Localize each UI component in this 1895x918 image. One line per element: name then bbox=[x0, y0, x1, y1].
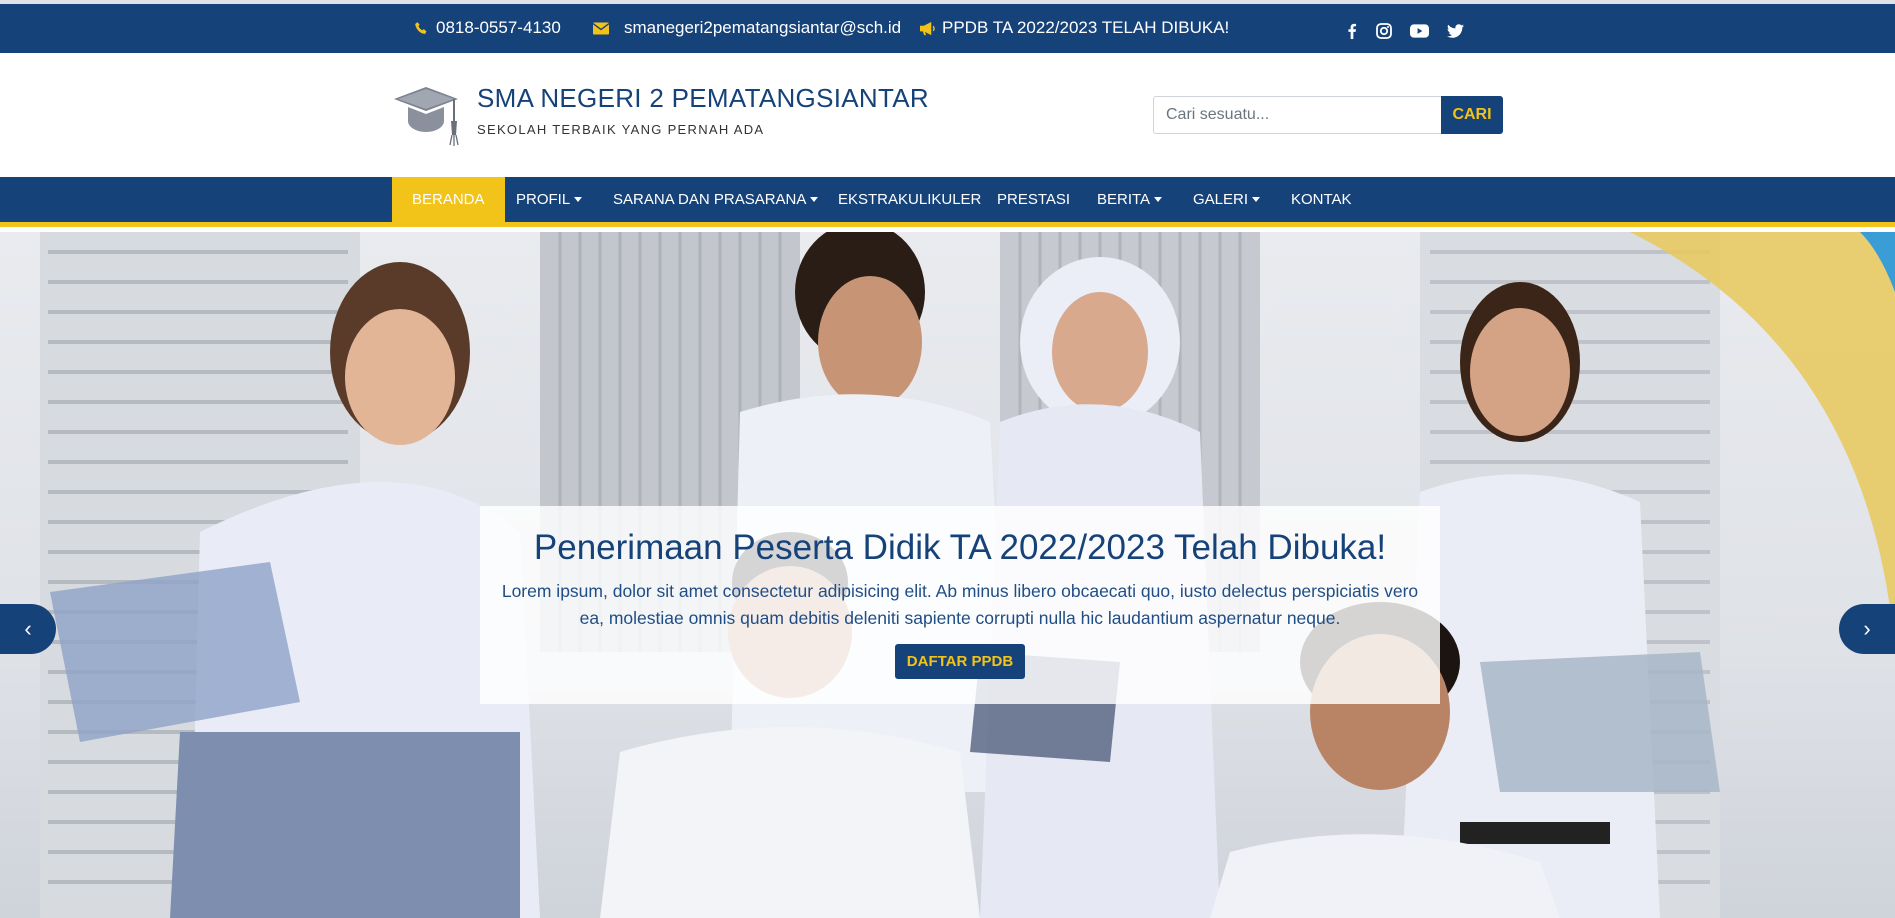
site-header: SMA NEGERI 2 PEMATANGSIANTAR SEKOLAH TER… bbox=[0, 53, 1895, 177]
nav-item-sarana-dan-prasarana[interactable]: SARANA DAN PRASARANA bbox=[613, 177, 819, 222]
announcement-text: PPDB TA 2022/2023 TELAH DIBUKA! bbox=[942, 18, 1230, 37]
graduation-cap-logo[interactable] bbox=[392, 83, 460, 147]
caret-down-icon bbox=[1154, 197, 1163, 202]
caret-down-icon bbox=[1252, 197, 1261, 202]
nav-item-berita[interactable]: BERITA bbox=[1097, 177, 1163, 222]
phone-icon bbox=[412, 19, 430, 37]
youtube-icon[interactable] bbox=[1408, 20, 1430, 42]
phone-contact[interactable]: 0818-0557-4130 bbox=[412, 18, 561, 38]
site-tagline: SEKOLAH TERBAIK YANG PERNAH ADA bbox=[477, 122, 765, 137]
caret-down-icon bbox=[810, 197, 819, 202]
email-address: smanegeri2pematangsiantar@sch.id bbox=[624, 18, 902, 37]
facebook-icon[interactable] bbox=[1341, 20, 1363, 42]
main-navigation: BERANDA PROFIL SARANA DAN PRASARANA EKST… bbox=[0, 177, 1895, 227]
register-ppdb-button[interactable]: DAFTAR PPDB bbox=[894, 644, 1026, 679]
announcement[interactable]: PPDB TA 2022/2023 TELAH DIBUKA! bbox=[918, 18, 1229, 38]
chevron-left-icon: ‹ bbox=[24, 616, 32, 641]
mail-icon bbox=[592, 19, 610, 37]
hero-heading: Penerimaan Peserta Didik TA 2022/2023 Te… bbox=[533, 528, 1387, 567]
hero-carousel: Penerimaan Peserta Didik TA 2022/2023 Te… bbox=[0, 232, 1895, 918]
nav-label: GALERI bbox=[1193, 191, 1249, 208]
nav-label: KONTAK bbox=[1291, 191, 1352, 208]
hero-caption: Penerimaan Peserta Didik TA 2022/2023 Te… bbox=[480, 506, 1440, 704]
nav-label: BERITA bbox=[1097, 191, 1151, 208]
carousel-prev-button[interactable]: ‹ bbox=[0, 604, 56, 654]
nav-item-prestasi[interactable]: PRESTASI bbox=[997, 177, 1070, 222]
twitter-icon[interactable] bbox=[1444, 20, 1466, 42]
carousel-next-button[interactable]: › bbox=[1839, 604, 1895, 654]
nav-label: EKSTRAKULIKULER bbox=[838, 191, 982, 208]
search-input[interactable] bbox=[1153, 96, 1441, 134]
site-title[interactable]: SMA NEGERI 2 PEMATANGSIANTAR bbox=[477, 83, 929, 114]
instagram-icon[interactable] bbox=[1373, 20, 1395, 42]
nav-item-galeri[interactable]: GALERI bbox=[1193, 177, 1261, 222]
search-button[interactable]: CARI bbox=[1441, 96, 1503, 134]
nav-label: BERANDA bbox=[412, 191, 485, 208]
nav-item-profil[interactable]: PROFIL bbox=[516, 177, 583, 222]
hero-text: Lorem ipsum, dolor sit amet consectetur … bbox=[501, 581, 1419, 628]
nav-item-beranda[interactable]: BERANDA bbox=[392, 177, 505, 222]
nav-label: PROFIL bbox=[516, 191, 571, 208]
email-contact[interactable]: smanegeri2pematangsiantar@sch.id bbox=[592, 18, 901, 38]
nav-item-kontak[interactable]: KONTAK bbox=[1291, 177, 1352, 222]
top-bar: 0818-0557-4130 smanegeri2pematangsiantar… bbox=[0, 0, 1895, 53]
caret-down-icon bbox=[574, 197, 583, 202]
phone-number: 0818-0557-4130 bbox=[436, 18, 561, 37]
chevron-right-icon: › bbox=[1863, 616, 1871, 641]
nav-label: PRESTASI bbox=[997, 191, 1071, 208]
nav-item-ekstrakulikuler[interactable]: EKSTRAKULIKULER bbox=[838, 177, 981, 222]
nav-label: SARANA DAN PRASARANA bbox=[613, 191, 807, 208]
megaphone-icon bbox=[918, 19, 936, 37]
